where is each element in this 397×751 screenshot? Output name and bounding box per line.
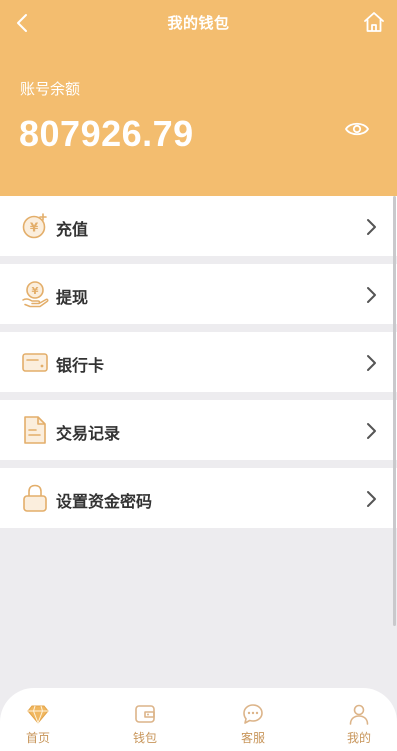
divider xyxy=(0,392,397,400)
menu-item-transactions[interactable]: 交易记录 xyxy=(0,400,397,460)
lock-icon xyxy=(23,484,47,512)
top-bar: 我的钱包 xyxy=(0,0,397,44)
wallet-icon xyxy=(135,705,155,723)
divider xyxy=(0,324,397,332)
yen-coin-plus-icon: ¥ xyxy=(22,213,47,239)
menu-item-bank-card[interactable]: 银行卡 xyxy=(0,332,397,392)
nav-label-service: 客服 xyxy=(240,731,265,745)
document-icon xyxy=(24,416,46,444)
chevron-right-icon xyxy=(367,491,376,507)
nav-label-home: 首页 xyxy=(25,731,50,745)
chevron-right-icon xyxy=(367,287,376,303)
yen-hand-icon: ¥ xyxy=(22,281,49,308)
bank-card-icon xyxy=(22,353,48,372)
bottom-nav: 首页 钱包 客服 我的 xyxy=(0,688,397,751)
chevron-right-icon xyxy=(367,355,376,371)
nav-label-profile: 我的 xyxy=(346,731,371,745)
nav-item-home[interactable]: 首页 xyxy=(3,702,73,746)
balance-value: 807926.79 xyxy=(19,113,194,154)
menu-label-bank-card: 银行卡 xyxy=(56,356,105,375)
menu-item-withdraw[interactable]: ¥ 提现 xyxy=(0,264,397,324)
nav-item-wallet[interactable]: 钱包 xyxy=(110,702,180,746)
wallet-header: 我的钱包 账号余额 807926.79 xyxy=(0,0,397,196)
chevron-right-icon xyxy=(367,423,376,439)
nav-item-profile[interactable]: 我的 xyxy=(324,702,394,746)
wallet-page: 我的钱包 账号余额 807926.79 ¥ 充值 ¥ 提现 银行卡 交易记录 设… xyxy=(0,0,397,751)
home-icon[interactable] xyxy=(361,9,387,35)
user-icon xyxy=(349,704,369,725)
nav-label-wallet: 钱包 xyxy=(132,731,157,745)
eye-icon[interactable] xyxy=(344,118,370,140)
menu-label-fund-password: 设置资金密码 xyxy=(56,492,153,511)
diamond-icon xyxy=(27,705,49,725)
scrollbar[interactable] xyxy=(393,196,396,626)
balance-label: 账号余额 xyxy=(20,80,81,98)
svg-text:¥: ¥ xyxy=(30,221,39,235)
menu-item-recharge[interactable]: ¥ 充值 xyxy=(0,196,397,256)
menu-label-transactions: 交易记录 xyxy=(56,424,121,443)
chevron-right-icon xyxy=(367,219,376,235)
divider xyxy=(0,256,397,264)
menu-label-withdraw: 提现 xyxy=(56,288,89,307)
nav-item-service[interactable]: 客服 xyxy=(218,702,288,746)
menu-label-recharge: 充值 xyxy=(56,220,89,239)
chat-icon xyxy=(243,704,263,724)
menu-item-fund-password[interactable]: 设置资金密码 xyxy=(0,468,397,528)
wallet-menu: ¥ 充值 ¥ 提现 银行卡 交易记录 设置资金密码 xyxy=(0,196,397,528)
page-title: 我的钱包 xyxy=(167,14,230,32)
svg-text:¥: ¥ xyxy=(32,286,39,297)
divider xyxy=(0,460,397,468)
